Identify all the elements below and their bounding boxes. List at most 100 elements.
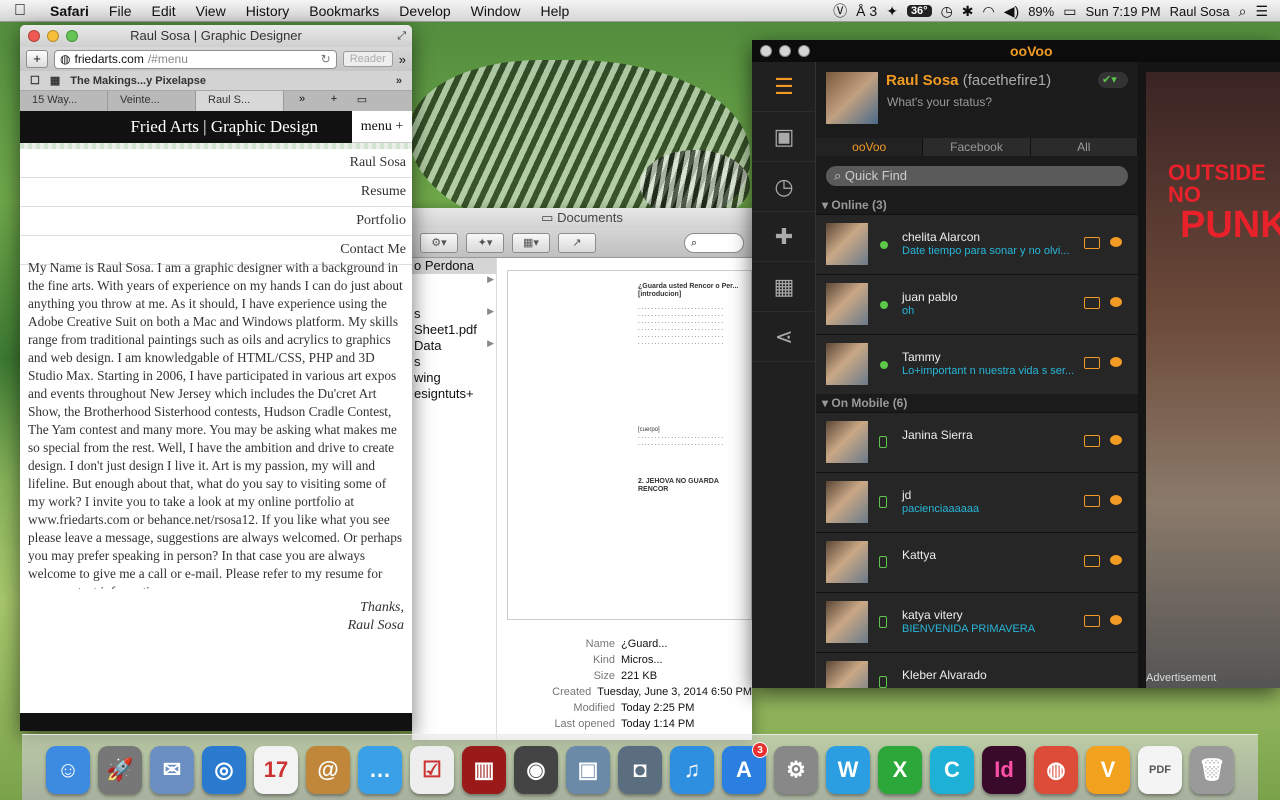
zoom-button[interactable] [798,45,810,57]
mail-dock-icon[interactable]: ✉ [150,746,194,794]
share-button[interactable]: ↗ [558,232,596,253]
system-preferences-dock-icon[interactable]: ⚙ [774,746,818,794]
bluetooth-icon[interactable]: ✱ [962,3,974,20]
minimize-button[interactable] [47,30,59,42]
oovoo-dock-icon[interactable]: V [1086,746,1130,794]
zoom-button[interactable] [66,30,78,42]
nav-resume[interactable]: Resume [20,178,412,207]
dropbox-button[interactable]: ✦▾ [466,232,504,253]
nav-raul-sosa[interactable]: Raul Sosa [20,149,412,178]
chat-icon[interactable] [1110,357,1122,367]
contacts-dock-icon[interactable]: @ [306,746,350,794]
trash-dock-icon[interactable]: 🗑 [1190,746,1234,794]
iphoto-dock-icon[interactable]: ▣ [566,746,610,794]
tab[interactable]: 15 Way... [20,91,108,111]
file-row[interactable]: o Perdona [412,258,496,274]
app-store-dock-icon[interactable]: A3 [722,742,768,794]
contact-row[interactable]: jd pacienciaaaaaa [816,472,1138,532]
site-title[interactable]: Fried Arts | Graphic Design [130,117,352,137]
bookmarks-more-icon[interactable]: » [396,75,402,87]
minimize-button[interactable] [779,45,791,57]
contact-row[interactable]: katya vitery BIENVENIDA PRIMAVERA [816,592,1138,652]
contact-row[interactable]: chelita Alarcon Date tiempo para sonar y… [816,214,1138,274]
menu-edit[interactable]: Edit [141,3,185,19]
reader-button[interactable]: Reader [342,51,393,67]
arrange-button[interactable]: ▦▾ [512,232,550,253]
menu-develop[interactable]: Develop [389,3,460,19]
user-name[interactable]: Raul Sosa [1170,4,1230,19]
itunes-dock-icon[interactable]: ♫ [670,746,714,794]
reading-list-icon[interactable]: ☐ [30,74,40,87]
adobe-icon[interactable]: Å 3 [856,3,877,19]
nav-portfolio[interactable]: Portfolio [20,207,412,236]
bookmark-item[interactable]: The Makings...y Pixelapse [70,75,206,87]
chat-icon[interactable] [1110,615,1122,625]
add-contact-icon[interactable]: ✚ [752,212,816,262]
file-row[interactable]: Sheet1.pdf [412,322,496,338]
reload-icon[interactable]: ↻ [321,52,331,66]
chat-icon[interactable] [1110,495,1122,505]
menu-bookmarks[interactable]: Bookmarks [299,3,389,19]
time-machine-icon[interactable]: ◷ [941,3,953,20]
close-button[interactable] [760,45,772,57]
tabs-more-icon[interactable]: » [284,91,320,111]
excel-dock-icon[interactable]: X [878,746,922,794]
spotlight-icon[interactable]: ⌕ [1239,3,1247,20]
wifi-icon[interactable]: ◠ [983,3,995,20]
video-call-icon[interactable] [1084,435,1100,447]
photo-booth-dock-icon[interactable]: ▥ [462,746,506,794]
launchpad-dock-icon[interactable]: 🚀 [98,746,142,794]
file-row[interactable] [412,290,496,306]
video-call-icon[interactable] [1084,555,1100,567]
volume-icon[interactable]: ◀) [1004,3,1019,20]
battery-percent[interactable]: 89% [1028,4,1054,19]
top-sites-icon[interactable]: ▦ [50,74,60,87]
contact-row[interactable]: Janina Sierra [816,412,1138,472]
contact-row[interactable]: Kleber Alvarado [816,652,1138,688]
mobile-section-header[interactable]: ▾ On Mobile (6) [816,394,1138,412]
c-app-dock-icon[interactable]: C [930,746,974,794]
image-capture-dock-icon[interactable]: ◘ [618,746,662,794]
share-icon[interactable]: ⋖ [752,312,816,362]
more-chevron-icon[interactable]: » [399,52,406,67]
word-dock-icon[interactable]: W [826,746,870,794]
new-tab-button[interactable]: + [26,50,48,68]
add-tab-icon[interactable]: + [320,91,348,111]
contacts-list-icon[interactable]: ☰ [752,62,816,112]
file-row[interactable]: esigntuts+ [412,386,496,402]
chat-icon[interactable] [1110,435,1122,445]
file-row[interactable]: ▶ [412,274,496,290]
indesign-dock-icon[interactable]: Id [982,746,1026,794]
menu-history[interactable]: History [236,3,300,19]
messages-dock-icon[interactable]: … [358,746,402,794]
video-call-icon[interactable] [1084,237,1100,249]
chrome-dock-icon[interactable]: ◍ [1034,746,1078,794]
tab-active[interactable]: Raul S... [196,91,284,111]
menu-app-name[interactable]: Safari [40,3,99,19]
file-row[interactable]: s ▶ [412,306,496,322]
menu-help[interactable]: Help [530,3,579,19]
apple-icon[interactable]:  [0,2,40,20]
finder-search-field[interactable]: ⌕ [684,232,744,253]
presence-dropdown[interactable]: ✔▾ [1098,72,1128,88]
tab-all[interactable]: All [1030,138,1138,156]
avatar[interactable] [826,72,878,124]
action-button[interactable]: ⚙▾ [420,232,458,253]
pdf-document-dock-icon[interactable]: PDF [1138,746,1182,794]
battery-icon[interactable]: ▭ [1063,3,1076,20]
tab-oovoo[interactable]: ooVoo [816,138,924,156]
tab-facebook[interactable]: Facebook [923,138,1031,156]
tab[interactable]: Veinte... [108,91,196,111]
facetime-dock-icon[interactable]: ◉ [514,746,558,794]
video-call-icon[interactable] [1084,297,1100,309]
menu-view[interactable]: View [186,3,236,19]
video-call-icon[interactable] [1084,495,1100,507]
vimeo-icon[interactable]: Ⓥ [833,1,847,21]
apps-grid-icon[interactable]: ▦ [752,262,816,312]
calendar-dock-icon[interactable]: 17 [254,746,298,794]
safari-dock-icon[interactable]: ◎ [202,746,246,794]
history-clock-icon[interactable]: ◷ [752,162,816,212]
fullscreen-icon[interactable]: ⤢ [397,25,406,47]
file-row[interactable]: wing [412,370,496,386]
address-book-icon[interactable]: ▣ [752,112,816,162]
